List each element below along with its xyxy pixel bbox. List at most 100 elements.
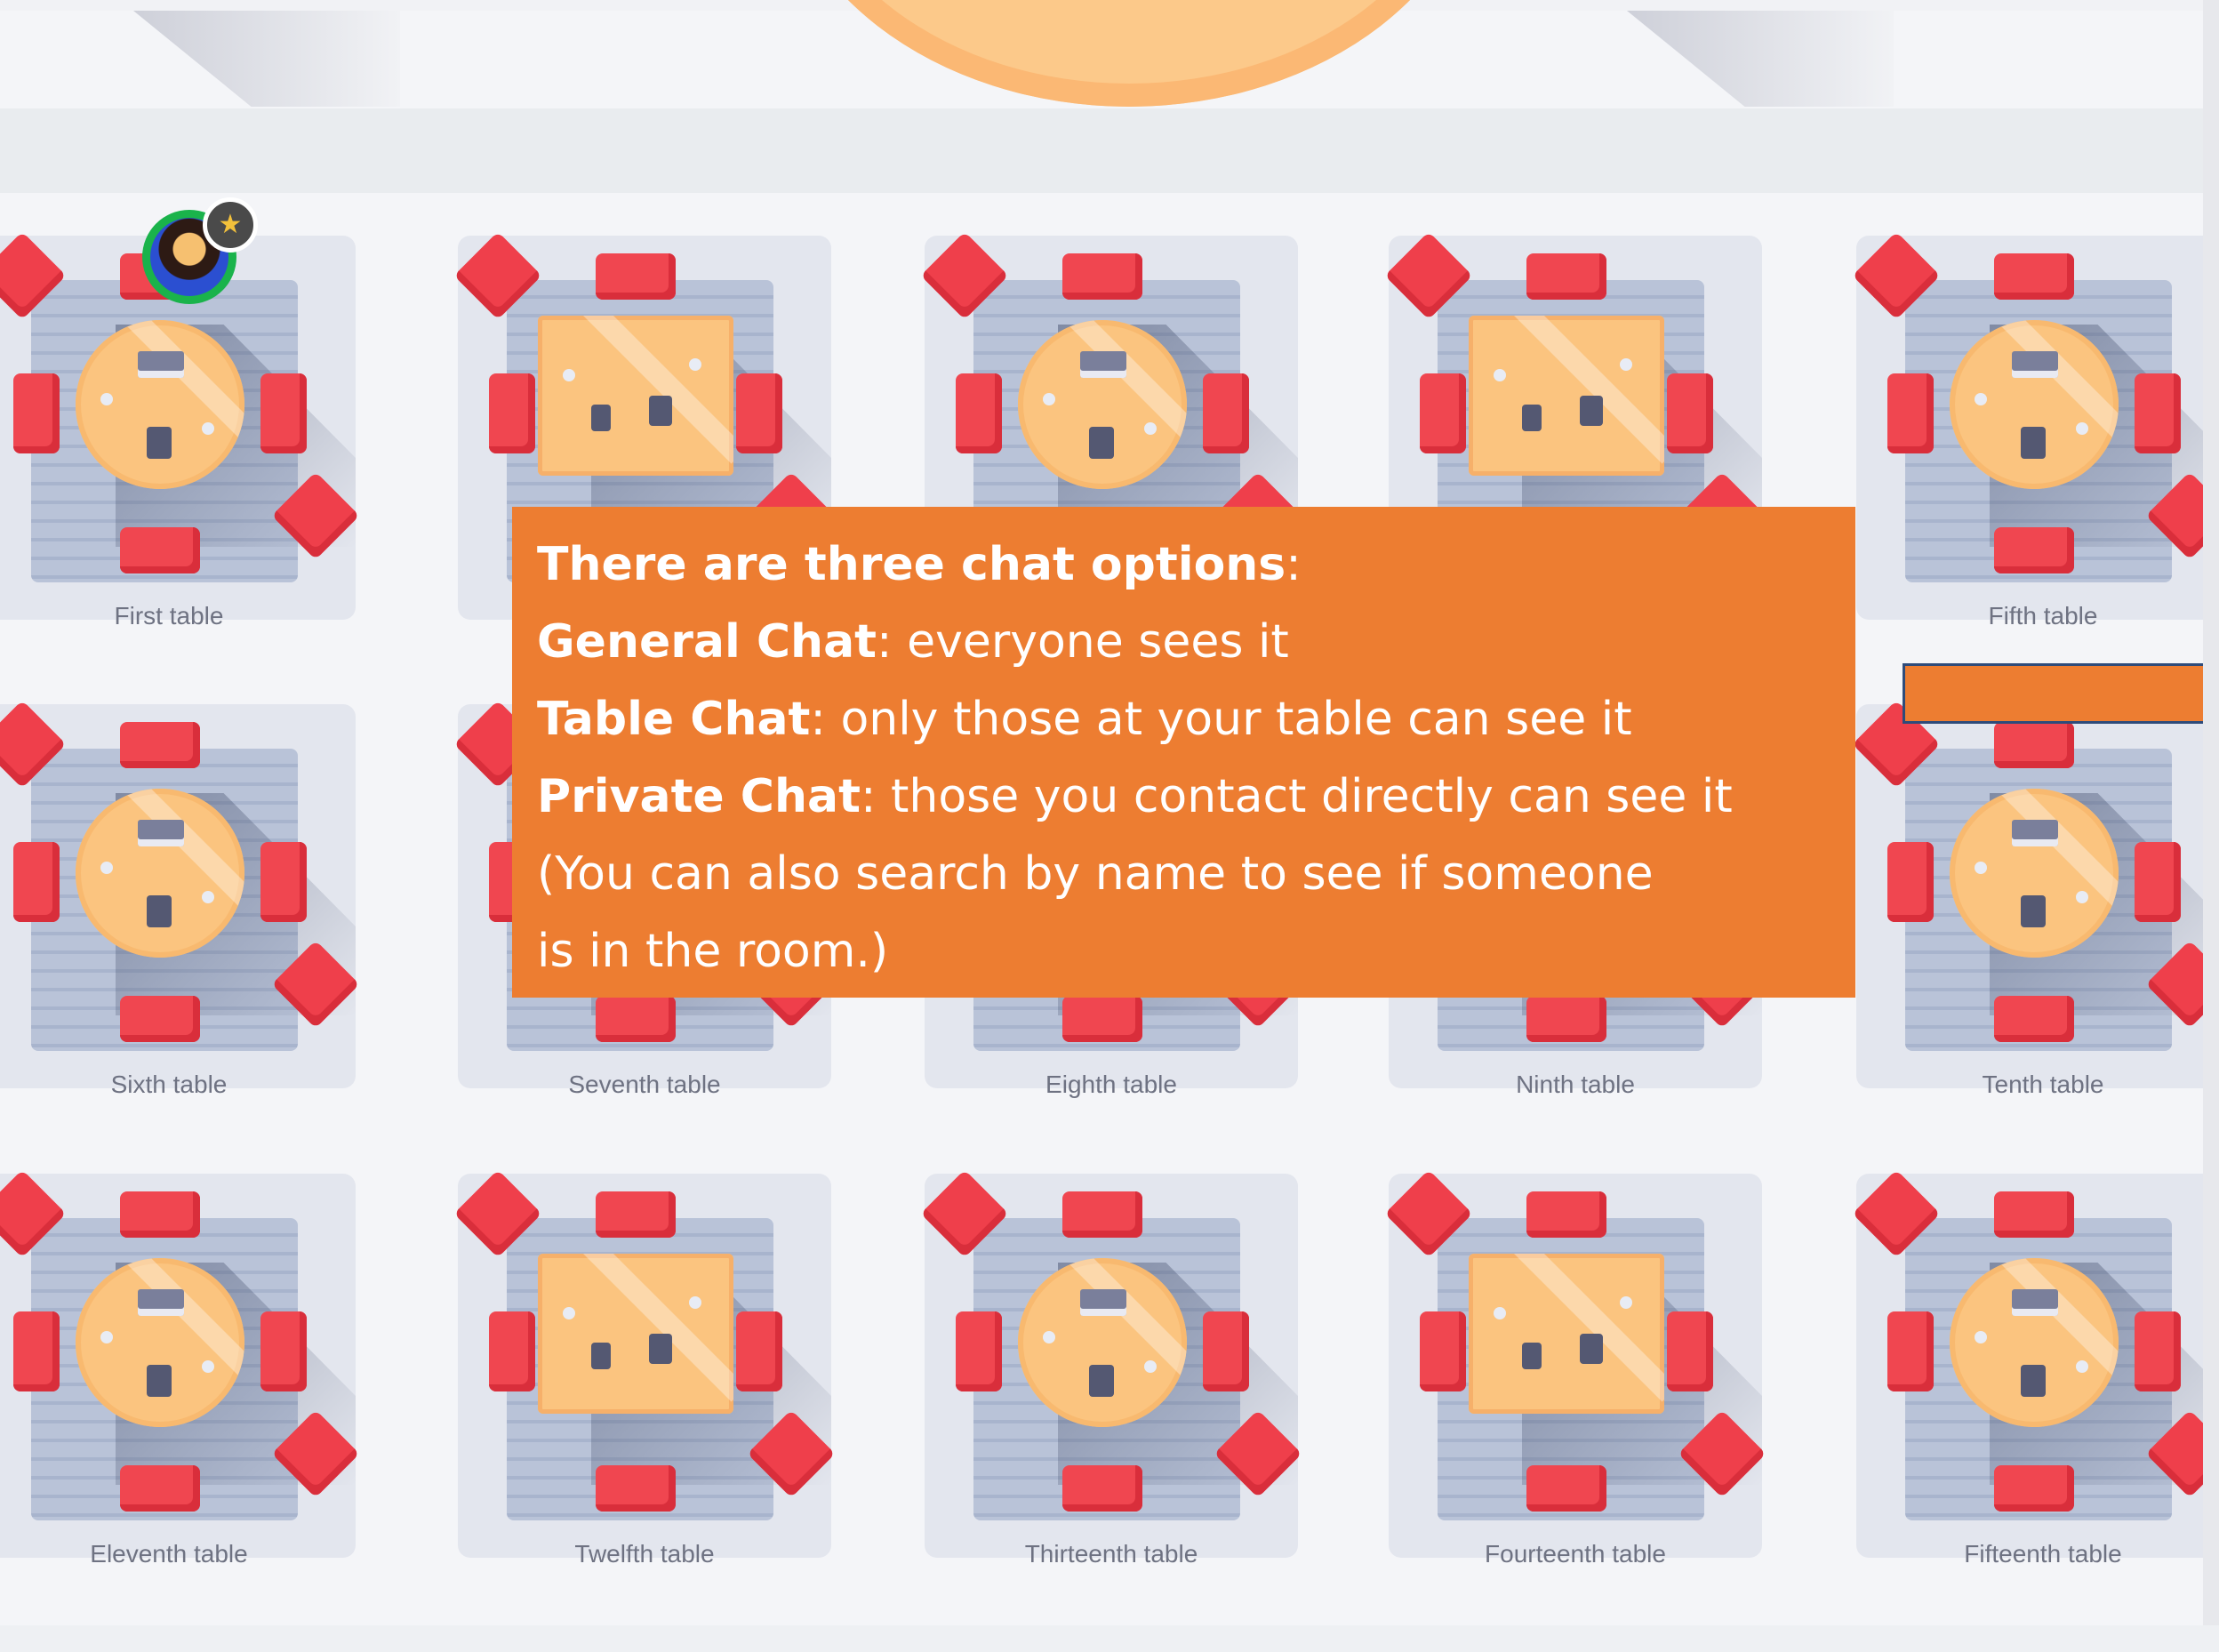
laptop-icon <box>2012 351 2058 378</box>
table-card[interactable]: Thirteenth table <box>920 1169 1391 1645</box>
phone-icon <box>1580 1334 1603 1364</box>
table-label: Eighth table <box>1045 1071 1177 1098</box>
chair-seat[interactable] <box>120 996 200 1042</box>
bottom-edge <box>0 1625 2219 1652</box>
phone-icon <box>1580 396 1603 426</box>
chair-seat[interactable] <box>1994 1191 2074 1238</box>
phone-icon <box>649 396 672 426</box>
phone-icon <box>649 1334 672 1364</box>
chair-seat[interactable] <box>1526 1465 1606 1512</box>
cup-icon <box>1043 393 1055 405</box>
chair-seat[interactable] <box>260 1311 307 1391</box>
chair-seat[interactable] <box>120 1465 200 1512</box>
table-card[interactable]: Fourteenth table <box>1384 1169 1855 1645</box>
cup-icon <box>1494 369 1506 381</box>
chair-seat[interactable] <box>1994 253 2074 300</box>
chair-seat[interactable] <box>13 842 60 922</box>
cup-icon <box>100 862 113 874</box>
desk-glare <box>1473 1254 1664 1402</box>
chair-seat[interactable] <box>2135 373 2181 453</box>
private-chat-line: Private Chat: those you contact directly… <box>537 758 1830 836</box>
cup-icon <box>1494 1307 1506 1319</box>
chair-seat[interactable] <box>489 373 535 453</box>
aisle <box>0 108 2219 193</box>
chair-seat[interactable] <box>13 1311 60 1391</box>
table-card[interactable]: Tenth table <box>1852 700 2219 1175</box>
chair-seat[interactable] <box>1062 1465 1142 1512</box>
chair-seat[interactable] <box>596 1191 676 1238</box>
chair-seat[interactable] <box>260 373 307 453</box>
phone-icon <box>2021 1365 2046 1397</box>
chat-options-callout: There are three chat options: General Ch… <box>512 507 1855 998</box>
table-card[interactable]: First table <box>0 231 449 707</box>
chair-seat[interactable] <box>1526 996 1606 1042</box>
chair-seat[interactable] <box>120 527 200 573</box>
cup-icon <box>1620 1296 1632 1309</box>
chair-seat[interactable] <box>1994 722 2074 768</box>
chair-seat[interactable] <box>1203 1311 1249 1391</box>
table-card[interactable]: Fifteenth table <box>1852 1169 2219 1645</box>
table-desk <box>538 316 733 476</box>
chair-seat[interactable] <box>596 996 676 1042</box>
chair-seat[interactable] <box>736 1311 782 1391</box>
phone-icon <box>1089 1365 1114 1397</box>
table-chat-text: : only those at your table can see it <box>810 693 1632 746</box>
chair-seat[interactable] <box>1062 1191 1142 1238</box>
callout-pointer <box>1903 663 2219 724</box>
chair-seat[interactable] <box>596 253 676 300</box>
chair-seat[interactable] <box>596 1465 676 1512</box>
chair-seat[interactable] <box>1994 527 2074 573</box>
cup-icon <box>1043 1331 1055 1343</box>
phone-icon <box>147 895 172 927</box>
chair-seat[interactable] <box>956 1311 1002 1391</box>
chair-seat[interactable] <box>1994 1465 2074 1512</box>
chair-seat[interactable] <box>956 373 1002 453</box>
chair-seat[interactable] <box>1887 1311 1934 1391</box>
table-chat-line: Table Chat: only those at your table can… <box>537 681 1830 758</box>
chair-seat[interactable] <box>1667 1311 1713 1391</box>
general-chat-label: General Chat <box>537 615 877 669</box>
chair-seat[interactable] <box>13 373 60 453</box>
table-card[interactable]: Eleventh table <box>0 1169 449 1645</box>
chair-seat[interactable] <box>1420 373 1466 453</box>
cup-icon <box>202 891 214 903</box>
chair-seat[interactable] <box>2135 842 2181 922</box>
callout-heading-line: There are three chat options: <box>537 526 1830 604</box>
table-card[interactable]: Fifth table <box>1852 231 2219 707</box>
chair-seat[interactable] <box>120 1191 200 1238</box>
chair-seat[interactable] <box>489 1311 535 1391</box>
cup-icon <box>1144 422 1157 435</box>
chair-seat[interactable] <box>1062 996 1142 1042</box>
cup-icon <box>1144 1360 1157 1373</box>
table-card[interactable]: Sixth table <box>0 700 449 1175</box>
cup-icon <box>100 393 113 405</box>
chair-seat[interactable] <box>1420 1311 1466 1391</box>
chair-seat[interactable] <box>1203 373 1249 453</box>
chair-seat[interactable] <box>736 373 782 453</box>
chair-seat[interactable] <box>260 842 307 922</box>
chair-seat[interactable] <box>2135 1311 2181 1391</box>
table-desk <box>1469 1254 1664 1414</box>
table-label: Fifth table <box>1988 602 2098 630</box>
chair-seat[interactable] <box>120 722 200 768</box>
chair-seat[interactable] <box>1994 996 2074 1042</box>
star-icon: ★ <box>203 197 258 253</box>
table-card[interactable]: Twelfth table <box>453 1169 925 1645</box>
general-chat-text: : everyone sees it <box>877 615 1289 669</box>
chair-seat[interactable] <box>1062 253 1142 300</box>
table-desk <box>1469 316 1664 476</box>
table-label: First table <box>114 602 224 630</box>
callout-heading: There are three chat options <box>537 538 1286 591</box>
phone-icon <box>1522 1343 1542 1369</box>
private-chat-label: Private Chat <box>537 770 861 823</box>
general-chat-line: General Chat: everyone sees it <box>537 604 1830 681</box>
chair-seat[interactable] <box>1887 842 1934 922</box>
chair-seat[interactable] <box>1526 253 1606 300</box>
phone-icon <box>1089 427 1114 459</box>
cup-icon <box>2076 422 2088 435</box>
chair-seat[interactable] <box>1887 373 1934 453</box>
chair-seat[interactable] <box>1526 1191 1606 1238</box>
private-chat-text: : those you contact directly can see it <box>860 770 1733 823</box>
cup-icon <box>563 1307 575 1319</box>
chair-seat[interactable] <box>1667 373 1713 453</box>
